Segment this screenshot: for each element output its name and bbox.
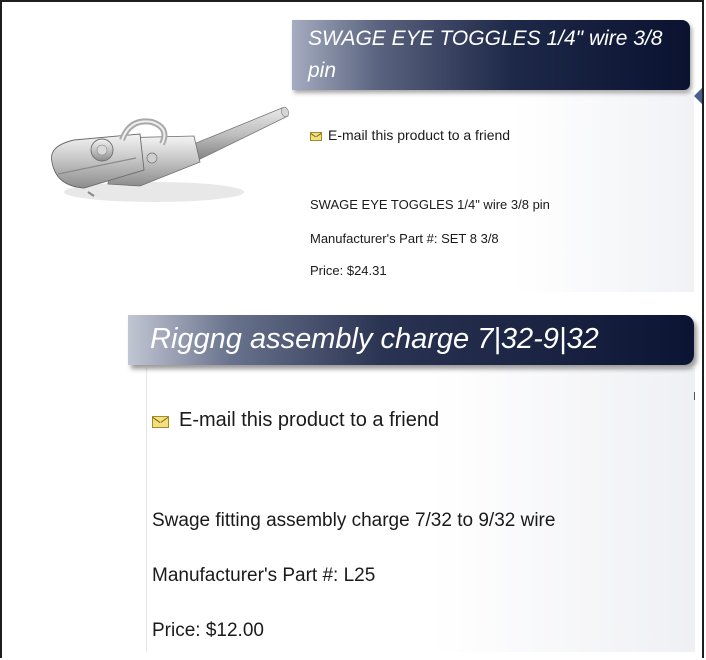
email-product-link[interactable]: E-mail this product to a friend [152,409,439,432]
product-title-swage-eye-toggles[interactable]: SWAGE EYE TOGGLES 1/4" wire 3/8 pin [292,20,690,90]
product-panel-background [292,92,694,292]
product-part-number: Manufacturer's Part #: SET 8 3/8 [310,231,499,246]
product-price: Price: $24.31 [310,263,387,278]
divider-tick [694,392,695,400]
envelope-icon [310,131,322,141]
product-description: Swage fitting assembly charge 7/32 to 9/… [152,510,556,531]
title-tab-marker [694,88,702,104]
product-title-rigging-assembly-charge[interactable]: Riggng assembly charge 7|32-9|32 [128,315,694,365]
swage-eye-toggle-image[interactable] [44,100,302,224]
email-product-link-text: E-mail this product to a friend [328,127,511,143]
product-title-text: SWAGE EYE TOGGLES 1/4" wire 3/8 pin [308,27,663,82]
email-product-link-text: E-mail this product to a friend [179,409,440,431]
product-part-number: Manufacturer's Part #: L25 [152,565,376,586]
email-product-link[interactable]: E-mail this product to a friend [310,127,510,143]
product-title-text: Riggng assembly charge 7|32-9|32 [150,323,599,355]
envelope-icon [152,416,169,428]
product-price: Price: $12.00 [152,620,264,641]
product-description: SWAGE EYE TOGGLES 1/4" wire 3/8 pin [310,197,550,212]
